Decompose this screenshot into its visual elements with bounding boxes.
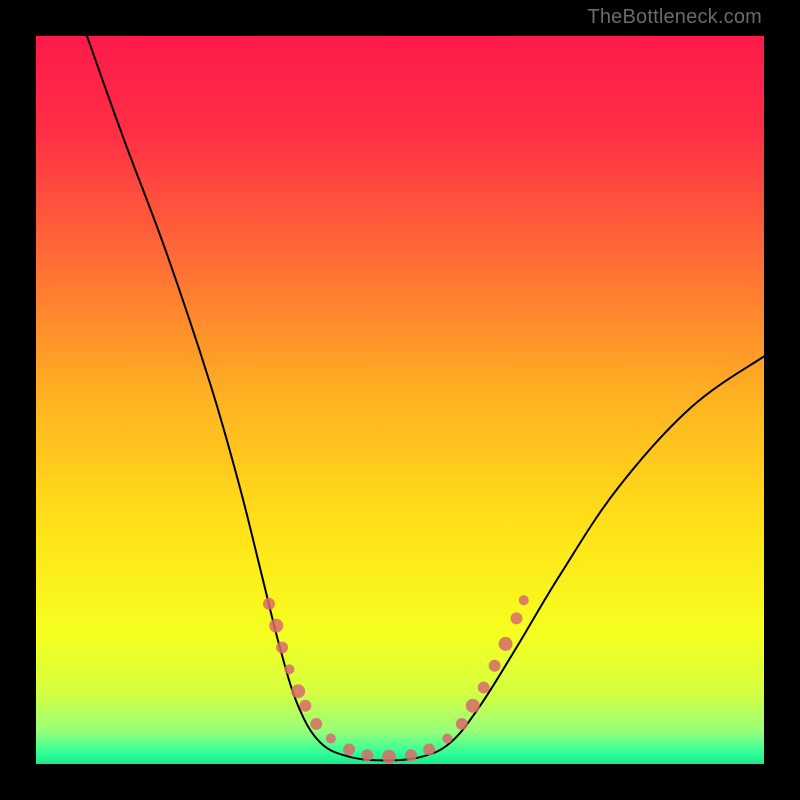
data-point	[299, 700, 311, 712]
data-point	[263, 598, 275, 610]
data-point	[442, 733, 452, 743]
data-point	[423, 743, 435, 755]
data-point	[276, 642, 288, 654]
data-point	[405, 749, 417, 761]
data-point	[478, 682, 490, 694]
data-point	[466, 699, 480, 713]
data-point	[499, 637, 513, 651]
data-point	[382, 750, 396, 764]
data-point	[489, 660, 501, 672]
data-point	[310, 718, 322, 730]
data-point	[269, 619, 283, 633]
plot-area	[36, 36, 764, 764]
data-point-markers	[263, 595, 529, 764]
chart-svg	[36, 36, 764, 764]
data-point	[343, 743, 355, 755]
data-point	[511, 612, 523, 624]
data-point	[361, 749, 373, 761]
chart-frame: TheBottleneck.com	[0, 0, 800, 800]
data-point	[326, 733, 336, 743]
watermark-label: TheBottleneck.com	[587, 6, 762, 29]
data-point	[519, 595, 529, 605]
bottleneck-curve	[87, 36, 764, 760]
data-point	[456, 718, 468, 730]
data-point	[284, 664, 294, 674]
data-point	[291, 684, 305, 698]
